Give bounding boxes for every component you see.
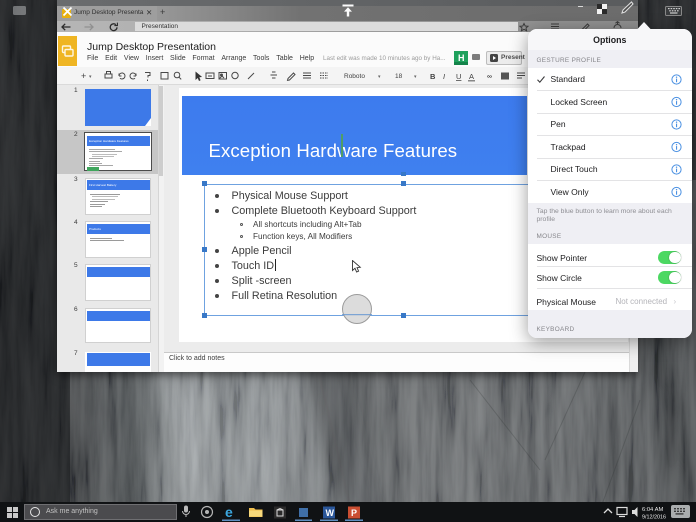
svg-text:18: 18 <box>395 73 403 80</box>
svg-text:P: P <box>351 508 357 518</box>
svg-text:W: W <box>326 508 335 518</box>
svg-text:9/12/2016: 9/12/2016 <box>642 515 666 521</box>
svg-text:e: e <box>225 504 233 520</box>
svg-text:U: U <box>456 72 461 81</box>
svg-text:▾: ▾ <box>414 74 417 80</box>
svg-text:I: I <box>443 72 445 81</box>
svg-text:B: B <box>430 72 436 81</box>
svg-text:Roboto: Roboto <box>344 73 365 80</box>
svg-text:∞: ∞ <box>487 73 492 80</box>
svg-text:A: A <box>469 72 474 81</box>
svg-text:+: + <box>81 71 86 81</box>
svg-text:6:04 AM: 6:04 AM <box>642 507 663 513</box>
svg-text:▾: ▾ <box>378 74 381 80</box>
svg-text:▾: ▾ <box>89 74 92 80</box>
